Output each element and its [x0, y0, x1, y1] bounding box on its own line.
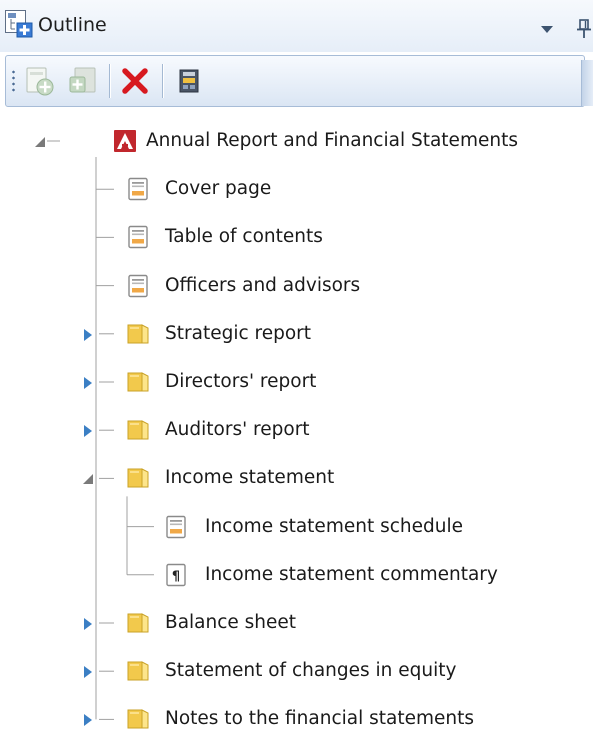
properties-button[interactable] — [172, 64, 206, 98]
collapse-triangle-icon[interactable] — [33, 134, 47, 148]
folder-icon — [126, 466, 150, 490]
delete-icon — [122, 68, 148, 94]
tree-node-label: Statement of changes in equity — [165, 660, 457, 682]
expand-triangle-icon[interactable] — [81, 616, 95, 630]
tree-node-label: Income statement commentary — [205, 563, 498, 585]
tree-node-6[interactable]: Income statement — [0, 460, 593, 496]
properties-icon — [179, 69, 199, 93]
folder-icon — [126, 322, 150, 346]
tree-node-root[interactable]: Annual Report and Financial Statements — [0, 123, 593, 159]
folder-icon — [126, 659, 150, 683]
page-icon — [126, 274, 150, 298]
folder-icon — [126, 707, 150, 731]
outline-panel: Outline Annual Report and Financial Stat… — [0, 0, 593, 756]
toolbar-separator — [109, 64, 110, 98]
tree-node-6-child-0[interactable]: Income statement schedule — [0, 509, 593, 545]
tree-node-label: Income statement schedule — [205, 515, 463, 537]
tree-node-label: Officers and advisors — [165, 274, 361, 296]
tree-node-2[interactable]: Officers and advisors — [0, 268, 593, 304]
tree-node-0[interactable]: Cover page — [0, 171, 593, 207]
collapse-triangle-icon[interactable] — [81, 471, 95, 485]
tree-node-1[interactable]: Table of contents — [0, 219, 593, 255]
tree-node-6-child-1[interactable]: ¶ Income statement commentary — [0, 557, 593, 593]
delete-button[interactable] — [118, 64, 152, 98]
page-icon — [126, 225, 150, 249]
tree-node-label: Table of contents — [165, 226, 323, 248]
panel-title: Outline — [38, 14, 107, 36]
toolbar-separator — [162, 64, 163, 98]
outline-pane-icon — [5, 10, 33, 38]
tree-node-label: Strategic report — [165, 322, 312, 344]
add-section-button[interactable] — [66, 64, 100, 98]
tree-node-label: Income statement — [165, 467, 335, 489]
svg-text:¶: ¶ — [172, 569, 180, 584]
tree-node-label: Directors' report — [165, 371, 317, 392]
expand-triangle-icon[interactable] — [81, 712, 95, 727]
tree-node-5[interactable]: Auditors' report — [0, 412, 593, 448]
tree-node-9[interactable]: Notes to the financial statements — [0, 701, 593, 737]
toolbar-grip[interactable] — [12, 69, 15, 93]
add-page-button[interactable] — [22, 64, 56, 98]
outline-tree: Annual Report and Financial Statements Co… — [0, 115, 593, 756]
paragraph-icon: ¶ — [164, 563, 188, 587]
tree-node-label: Balance sheet — [165, 612, 297, 633]
tree-node-3[interactable]: Strategic report — [0, 316, 593, 352]
tree-node-4[interactable]: Directors' report — [0, 364, 593, 400]
folder-icon — [126, 611, 150, 635]
tree-node-label: Annual Report and Financial Statements — [146, 130, 518, 151]
folder-icon — [126, 370, 150, 394]
panel-menu-chevron-down-icon[interactable] — [541, 26, 553, 33]
expand-triangle-icon[interactable] — [81, 664, 95, 679]
expand-triangle-icon[interactable] — [81, 423, 95, 438]
pin-icon[interactable] — [577, 19, 591, 39]
tree-node-label: Auditors' report — [165, 419, 310, 441]
page-icon — [126, 177, 150, 201]
report-icon — [113, 129, 137, 153]
add-section-icon — [69, 67, 96, 93]
page-icon — [164, 515, 188, 539]
panel-title-bar: Outline — [0, 0, 593, 52]
add-page-icon — [26, 67, 54, 96]
folder-icon — [126, 418, 150, 442]
expand-triangle-icon[interactable] — [81, 327, 95, 341]
tree-node-label: Cover page — [165, 178, 272, 200]
tree-node-label: Notes to the financial statements — [165, 708, 474, 730]
expand-triangle-icon[interactable] — [81, 375, 95, 389]
outline-toolbar — [5, 55, 585, 107]
toolbar-overflow-scroll[interactable] — [581, 60, 593, 106]
tree-node-8[interactable]: Statement of changes in equity — [0, 653, 593, 689]
tree-node-7[interactable]: Balance sheet — [0, 605, 593, 641]
